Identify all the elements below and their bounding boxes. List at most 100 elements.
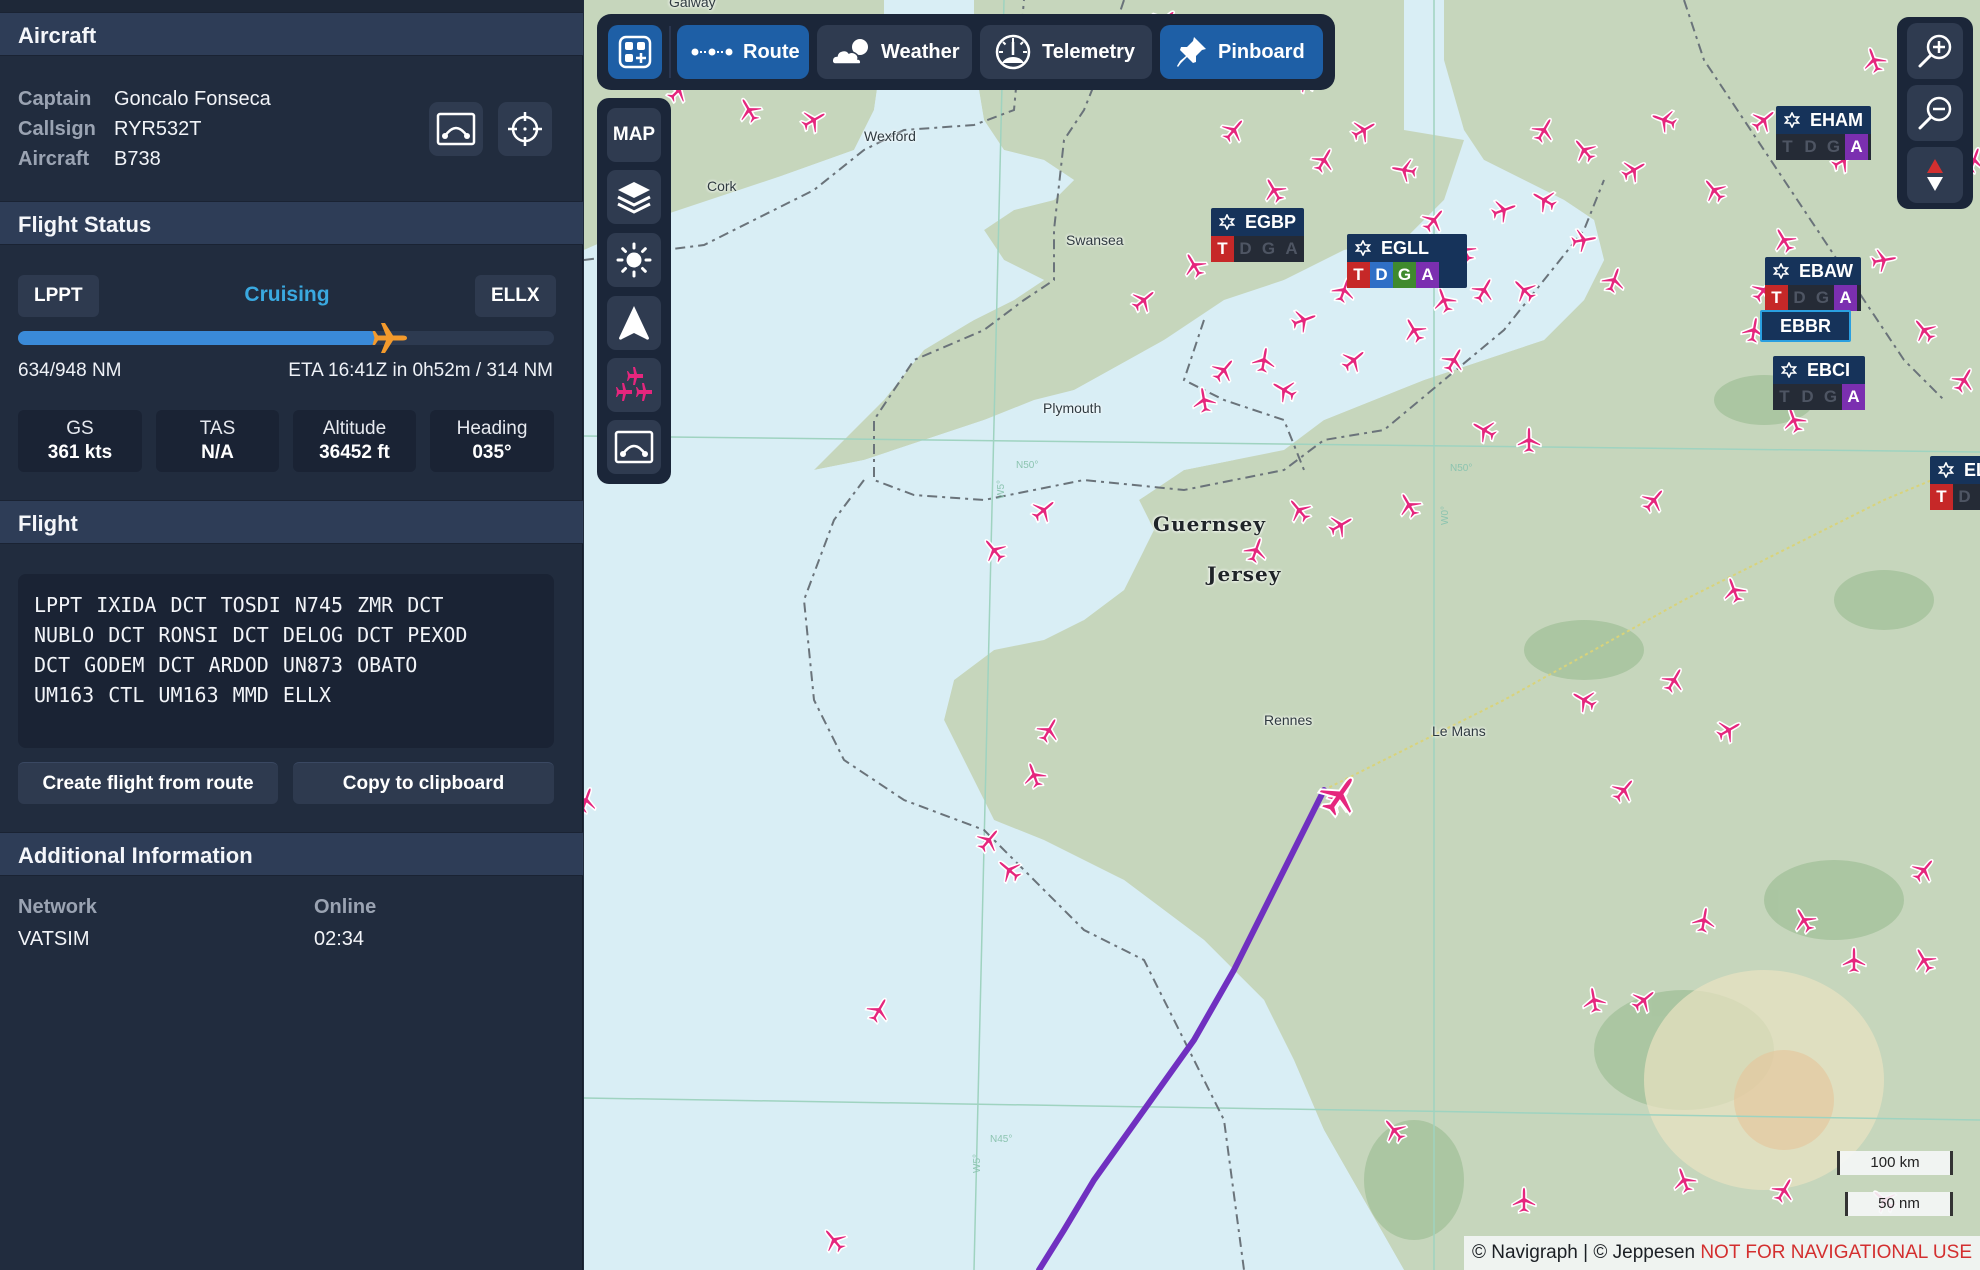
show-route-button[interactable] xyxy=(429,102,483,156)
toolbar-pinboard-button[interactable]: Pinboard xyxy=(1160,25,1323,79)
route-overview-button[interactable] xyxy=(607,420,661,474)
gauge-icon xyxy=(995,34,1031,70)
toolbar-telemetry-button[interactable]: Telemetry xyxy=(980,25,1152,79)
airport-star-icon xyxy=(1219,214,1235,230)
stat-altitude: Altitude 36452 ft xyxy=(293,410,416,472)
grid-label-w5-top: W5° xyxy=(996,480,1007,499)
toolbar-pinboard-label: Pinboard xyxy=(1218,40,1305,63)
toolbar-weather-button[interactable]: Weather xyxy=(817,25,972,79)
stat-value: N/A xyxy=(201,442,234,463)
zoom-out-button[interactable] xyxy=(1907,85,1963,141)
airport-tag-egll[interactable]: EGLL TDGA xyxy=(1347,234,1467,288)
layers-button[interactable] xyxy=(607,170,661,224)
tag-delivery: D xyxy=(1801,387,1814,406)
traffic-planes-icon xyxy=(616,367,652,401)
tag-delivery: D xyxy=(1958,487,1971,506)
stat-label: GS xyxy=(66,418,94,439)
flight-section-title: Flight xyxy=(18,511,78,536)
widgets-button[interactable] xyxy=(608,25,662,79)
tag-approach: A xyxy=(1416,262,1439,288)
distance-flown: 634/948 NM xyxy=(18,360,122,381)
cloud-icon xyxy=(831,39,868,65)
airport-code: EHAM xyxy=(1810,109,1863,130)
flight-progress-fill xyxy=(18,331,377,345)
tag-tower: T xyxy=(1930,484,1953,510)
stat-value: 36452 ft xyxy=(319,442,390,463)
zoom-controls xyxy=(1897,17,1973,209)
callsign-value: RYR532T xyxy=(114,118,202,140)
departure-airport-chip[interactable]: LPPT xyxy=(18,275,99,317)
flight-section-header: Flight xyxy=(0,500,583,544)
follow-aircraft-button[interactable] xyxy=(607,296,661,350)
route-arc-icon xyxy=(614,430,654,464)
tag-delivery: D xyxy=(1793,288,1806,307)
airport-tag-el-partial[interactable]: EL TD xyxy=(1930,456,1980,510)
route-string[interactable]: LPPT IXIDA DCT TOSDI N745 ZMR DCT NUBLO … xyxy=(18,574,554,748)
map-label-swansea: Swansea xyxy=(1066,232,1124,248)
toolbar-weather-label: Weather xyxy=(881,40,960,63)
airport-code: EGBP xyxy=(1245,211,1297,232)
tag-approach: A xyxy=(1285,239,1298,258)
airport-tag-egbp[interactable]: EGBP TDGA xyxy=(1211,208,1305,262)
stat-value: 361 kts xyxy=(47,442,113,463)
airport-code: EGLL xyxy=(1381,237,1429,258)
stat-heading: Heading 035° xyxy=(430,410,554,472)
toolbar-telemetry-label: Telemetry xyxy=(1042,40,1136,63)
map-label-jersey: Jersey xyxy=(1207,562,1282,586)
eta-remaining: ETA 16:41Z in 0h52m / 314 NM xyxy=(288,360,553,381)
toolbar-route-button[interactable]: Route xyxy=(677,25,809,79)
online-label: Online xyxy=(314,896,377,918)
grid-label-n50-right: N50° xyxy=(1450,463,1473,474)
center-on-aircraft-button[interactable] xyxy=(498,102,552,156)
airport-code: EL xyxy=(1964,459,1980,480)
airport-star-icon xyxy=(1355,240,1371,256)
stat-label: Heading xyxy=(456,418,528,439)
map-view[interactable]: Galway Wexford Cork Swansea Plymouth Gue… xyxy=(584,0,1980,1270)
tag-ground: G xyxy=(1815,288,1830,307)
toolbar-route-label: Route xyxy=(743,40,800,63)
tag-approach: A xyxy=(1842,384,1865,410)
layers-icon xyxy=(617,182,651,214)
airport-tag-ebaw[interactable]: EBAW TDGA xyxy=(1765,257,1861,311)
tag-delivery: D xyxy=(1804,137,1817,156)
navigation-arrow-icon xyxy=(619,306,649,340)
own-aircraft-marker[interactable] xyxy=(1315,770,1365,820)
airport-tag-ebbr[interactable]: EBBR xyxy=(1760,310,1852,342)
tag-tower: T xyxy=(1782,137,1793,156)
airport-tag-ebci[interactable]: EBCI TDGA xyxy=(1773,356,1865,410)
brightness-button[interactable] xyxy=(607,233,661,287)
map-attribution: © Navigraph | © Jeppesen NOT FOR NAVIGAT… xyxy=(1463,1236,1980,1270)
aircraft-progress-icon xyxy=(372,323,407,353)
airport-star-icon xyxy=(1781,362,1797,378)
stat-true-airspeed: TAS N/A xyxy=(156,410,279,472)
map-label-le-mans: Le Mans xyxy=(1432,723,1486,739)
scale-bar-nm: 50 nm xyxy=(1845,1192,1953,1216)
additional-info-section-header: Additional Information xyxy=(0,832,583,876)
map-side-toolbar: MAP xyxy=(597,98,671,484)
tag-ground: G xyxy=(1826,137,1841,156)
zoom-in-button[interactable] xyxy=(1907,23,1963,79)
airport-star-icon xyxy=(1938,462,1954,478)
aircraft-type-value: B738 xyxy=(114,148,161,170)
traffic-button[interactable] xyxy=(607,358,661,412)
highland-peak xyxy=(1734,1050,1834,1150)
tag-delivery: D xyxy=(1370,262,1393,288)
navigational-use-warning: NOT FOR NAVIGATIONAL USE xyxy=(1700,1242,1972,1263)
airport-tag-eham[interactable]: EHAM TDGA xyxy=(1776,106,1871,160)
arrival-airport-chip[interactable]: ELLX xyxy=(475,275,556,317)
captain-label: Captain xyxy=(18,88,92,110)
copy-to-clipboard-button[interactable]: Copy to clipboard xyxy=(293,762,554,804)
captain-value: Goncalo Fonseca xyxy=(114,88,271,110)
flight-progress-bar xyxy=(18,323,554,353)
map-label-galway: Galway xyxy=(669,0,716,10)
compass-reset-button[interactable] xyxy=(1907,147,1963,203)
online-value: 02:34 xyxy=(314,928,365,950)
flight-status-section-header: Flight Status xyxy=(0,201,583,245)
add-widget-icon xyxy=(618,35,652,69)
airport-code: EBCI xyxy=(1807,359,1851,380)
map-label-guernsey: Guernsey xyxy=(1153,512,1267,536)
create-flight-from-route-button[interactable]: Create flight from route xyxy=(18,762,278,804)
stat-label: Altitude xyxy=(322,418,387,439)
map-style-button[interactable]: MAP xyxy=(607,108,661,162)
toolbar-divider xyxy=(669,26,671,78)
